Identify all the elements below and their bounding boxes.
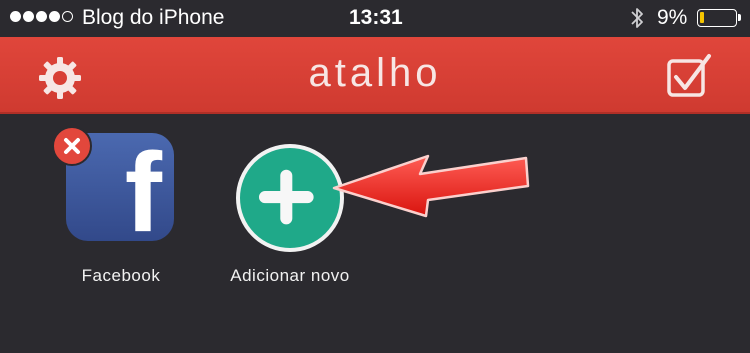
checkbox-icon[interactable] <box>666 53 712 99</box>
carrier-name: Blog do iPhone <box>82 6 225 29</box>
pointer-arrow-icon <box>332 154 530 218</box>
battery-percent: 9% <box>657 6 688 29</box>
shortcut-label: Adicionar novo <box>230 266 350 285</box>
delete-icon[interactable] <box>52 126 92 166</box>
status-bar: Blog do iPhone 13:31 9% <box>0 0 750 36</box>
bluetooth-icon <box>631 8 643 28</box>
signal-strength-icon <box>10 11 75 25</box>
nav-bar: atalho <box>0 37 750 114</box>
shortcut-label: Facebook <box>81 266 161 285</box>
status-time: 13:31 <box>349 6 403 29</box>
shortcut-facebook[interactable]: f Facebook <box>52 126 186 286</box>
battery-icon <box>697 9 741 27</box>
app-title: atalho <box>308 51 442 95</box>
